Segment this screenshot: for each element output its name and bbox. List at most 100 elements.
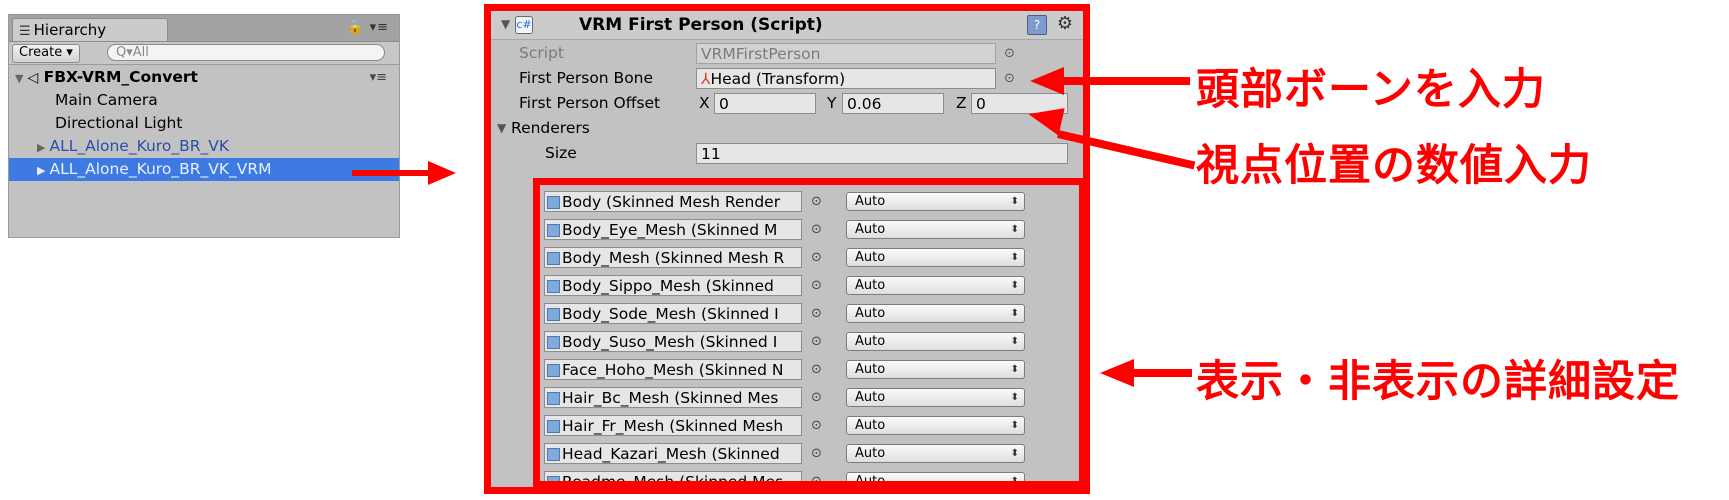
first-person-flag-dropdown[interactable]: Auto ⬍ [846,220,1025,239]
first-person-flag-dropdown[interactable]: Auto ⬍ [846,276,1025,295]
component-header[interactable]: ▼ c# VRM First Person (Script) ? ⚙ [491,11,1083,40]
renderer-name: Hair_Fr_Mesh (Skinned Mesh [562,417,784,435]
scene-row[interactable]: ▼ ◁ FBX-VRM_Convert ▾≡ [9,66,399,89]
renderer-object-field[interactable]: Body_Sode_Mesh (Skinned I [544,303,802,324]
renderers-foldout[interactable]: ▼ Renderers [491,116,1083,141]
renderer-name: Readme_Mesh (Skinned Mes [562,473,784,488]
object-picker-icon: ⊙ [1004,46,1015,61]
first-person-flag-value: Auto [855,222,886,237]
first-person-bone-property: First Person Bone ⅄Head (Transform) ⊙ [491,66,1083,91]
object-picker-icon[interactable]: ⊙ [811,329,822,354]
pointer-arrow-hierarchy [352,170,428,176]
tab-hierarchy[interactable]: ☰ Hierarchy [12,18,168,41]
dropdown-arrows-icon: ⬍ [1010,196,1019,207]
first-person-flag-dropdown[interactable]: Auto ⬍ [846,304,1025,323]
object-picker-icon[interactable]: ⊙ [811,385,822,410]
renderer-object-field[interactable]: Body_Suso_Mesh (Skinned I [544,331,802,352]
renderer-object-field[interactable]: Hair_Fr_Mesh (Skinned Mesh [544,415,802,436]
object-picker-icon[interactable]: ⊙ [811,357,822,382]
first-person-flag-dropdown[interactable]: Auto ⬍ [846,192,1025,211]
renderer-name: Head_Kazari_Mesh (Skinned [562,445,780,463]
first-person-flag-dropdown[interactable]: Auto ⬍ [846,444,1025,463]
object-picker-icon[interactable]: ⊙ [811,441,822,466]
object-picker-icon[interactable]: ⊙ [811,469,822,481]
foldout-arrow-icon[interactable]: ▼ [501,17,510,31]
collapsed-triangle-icon[interactable]: ▶ [37,141,45,154]
first-person-flag-dropdown[interactable]: Auto ⬍ [846,332,1025,351]
mesh-renderer-icon [547,308,560,321]
script-label: Script [519,44,564,62]
first-person-flag-dropdown[interactable]: Auto ⬍ [846,416,1025,435]
mesh-renderer-icon [547,448,560,461]
renderer-object-field[interactable]: Hair_Bc_Mesh (Skinned Mes [544,387,802,408]
object-picker-icon[interactable]: ⊙ [811,217,822,242]
dropdown-arrows-icon: ⬍ [1010,280,1019,291]
offset-z-label: Z [956,94,967,112]
hierarchy-item-selected[interactable]: ▶ ALL_Alone_Kuro_BR_VK_VRM [9,158,399,181]
collapsed-triangle-icon[interactable]: ▶ [37,164,45,177]
renderer-object-field[interactable]: Body_Eye_Mesh (Skinned M [544,219,802,240]
help-icon[interactable]: ? [1027,15,1047,35]
object-picker-icon[interactable]: ⊙ [811,413,822,438]
mesh-renderer-icon [547,196,560,209]
create-button[interactable]: Create ▾ [12,44,80,63]
inspector-component: ▼ c# VRM First Person (Script) ? ⚙ Scrip… [484,4,1090,494]
hierarchy-window: ☰ Hierarchy 🔒 ▾≡ Create ▾ Q▾All ▼ ◁ FBX-VR… [8,14,400,238]
renderer-object-field[interactable]: Body_Mesh (Skinned Mesh R [544,247,802,268]
renderer-name: Face_Hoho_Mesh (Skinned N [562,361,784,379]
first-person-flag-dropdown[interactable]: Auto ⬍ [846,388,1025,407]
object-picker-icon[interactable]: ⊙ [811,273,822,298]
renderer-object-field[interactable]: Head_Kazari_Mesh (Skinned [544,443,802,464]
first-person-flag-value: Auto [855,418,886,433]
renderer-object-field[interactable]: Body (Skinned Mesh Render [544,191,802,212]
size-property: Size 11 [491,141,1083,166]
search-input[interactable]: Q▾All [107,44,385,61]
scene-menu-icon[interactable]: ▾≡ [370,66,387,89]
dropdown-arrows-icon: ⬍ [1010,224,1019,235]
renderer-object-field[interactable]: Body_Sippo_Mesh (Skinned [544,275,802,296]
foldout-arrow-icon[interactable]: ▼ [497,116,506,141]
dropdown-arrows-icon: ⬍ [1010,476,1019,487]
first-person-flag-dropdown[interactable]: Auto ⬍ [846,248,1025,267]
object-picker-icon[interactable]: ⊙ [811,245,822,270]
gear-icon[interactable]: ⚙ [1057,13,1073,34]
first-person-flag-value: Auto [855,474,886,488]
annotation-arrowhead-display-settings [1100,359,1134,387]
first-person-bone-field[interactable]: ⅄Head (Transform) [696,68,996,89]
annotation-viewpoint: 視点位置の数値入力 [1196,141,1592,191]
dropdown-arrows-icon: ⬍ [1010,420,1019,431]
object-picker-icon[interactable]: ⊙ [1004,66,1015,91]
object-picker-icon[interactable]: ⊙ [811,301,822,326]
renderer-object-field[interactable]: Face_Hoho_Mesh (Skinned N [544,359,802,380]
hierarchy-item-directional-light[interactable]: Directional Light [9,112,399,135]
object-picker-icon[interactable]: ⊙ [811,189,822,214]
list-icon: ☰ [19,24,31,39]
hierarchy-tree: ▼ ◁ FBX-VRM_Convert ▾≡ Main Camera Direct… [9,66,399,181]
first-person-flag-dropdown[interactable]: Auto ⬍ [846,360,1025,379]
mesh-renderer-icon [547,476,560,481]
expand-triangle-icon[interactable]: ▼ [15,72,23,85]
offset-y-input[interactable]: 0.06 [842,93,944,114]
dropdown-arrows-icon: ⬍ [1010,252,1019,263]
first-person-flag-value: Auto [855,278,886,293]
first-person-flag-value: Auto [855,390,886,405]
dropdown-arrows-icon: ⬍ [1010,448,1019,459]
first-person-flag-value: Auto [855,334,886,349]
lock-icon[interactable]: 🔒 ▾≡ [347,20,389,35]
renderer-row: Body (Skinned Mesh Render ⊙ Auto ⬍ [540,189,1079,214]
annotation-display-settings: 表示・非表示の詳細設定 [1196,357,1680,407]
mesh-renderer-icon [547,364,560,377]
offset-x-input[interactable]: 0 [714,93,816,114]
first-person-flag-value: Auto [855,306,886,321]
script-property: Script VRMFirstPerson ⊙ [491,41,1083,66]
hierarchy-item-main-camera[interactable]: Main Camera [9,89,399,112]
annotation-arrow-head-bone [1062,77,1190,85]
mesh-renderer-icon [547,280,560,293]
annotation-arrow-display-settings [1134,369,1192,377]
first-person-flag-dropdown[interactable]: Auto ⬍ [846,472,1025,488]
hierarchy-item-prefab[interactable]: ▶ ALL_Alone_Kuro_BR_VK [9,135,399,158]
size-input[interactable]: 11 [696,143,1068,164]
unity-logo-icon: ◁ [27,70,39,86]
renderer-row: Body_Eye_Mesh (Skinned M ⊙ Auto ⬍ [540,217,1079,242]
renderer-object-field[interactable]: Readme_Mesh (Skinned Mes [544,471,802,488]
